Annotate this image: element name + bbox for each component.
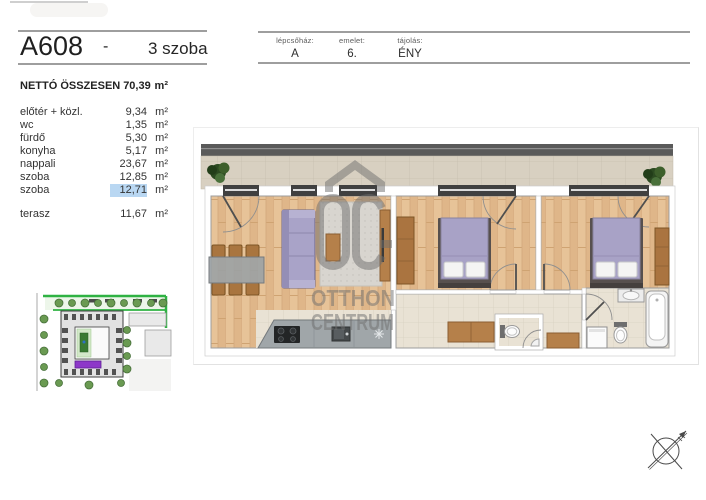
bed bbox=[438, 218, 491, 288]
row-label: szoba bbox=[20, 171, 110, 184]
row-value: 5,17 bbox=[110, 145, 147, 158]
sofa bbox=[282, 210, 315, 288]
terrace-railing bbox=[201, 144, 673, 156]
window bbox=[223, 185, 259, 196]
hall-cabinet bbox=[547, 333, 579, 348]
row-unit: m² bbox=[147, 158, 168, 171]
net-total-label: NETTÓ ÖSSZESEN bbox=[20, 80, 120, 93]
row-label: szoba bbox=[20, 184, 110, 197]
sideboard bbox=[448, 322, 494, 342]
area-row-wc: wc 1,35 m² bbox=[20, 119, 168, 132]
watermark-line1: OTTHON bbox=[311, 285, 395, 311]
room-count-label: 3 szoba bbox=[148, 39, 208, 59]
row-label: nappali bbox=[20, 158, 110, 171]
row-unit: m² bbox=[147, 171, 168, 184]
pillow bbox=[596, 262, 615, 277]
bathroom-sink bbox=[618, 289, 644, 302]
row-value: 23,67 bbox=[110, 158, 147, 171]
row-value: 11,67 bbox=[110, 208, 147, 221]
info-table-top-rule bbox=[258, 31, 690, 33]
info-table-bottom-rule bbox=[258, 62, 690, 64]
terrace-floor bbox=[201, 156, 673, 189]
row-label: konyha bbox=[20, 145, 110, 158]
pillow bbox=[618, 262, 637, 277]
floor-plan: OTTHON CENTRUM bbox=[193, 127, 699, 365]
terrace bbox=[201, 144, 673, 189]
row-value: 5,30 bbox=[110, 132, 147, 145]
north-compass bbox=[638, 424, 698, 476]
net-total-unit: m² bbox=[151, 80, 168, 93]
coffee-table bbox=[326, 234, 340, 261]
wardrobe bbox=[397, 217, 414, 284]
main-building bbox=[61, 311, 123, 377]
highlighted-unit-marker bbox=[75, 361, 101, 368]
bed bbox=[590, 218, 643, 288]
pillow bbox=[466, 262, 485, 277]
neighbor-buildings bbox=[129, 313, 171, 391]
row-label: wc bbox=[20, 119, 110, 132]
title-bottom-rule bbox=[18, 63, 207, 65]
area-row-kitchen: konyha 5,17 m² bbox=[20, 145, 168, 158]
stove bbox=[274, 326, 300, 343]
headboard bbox=[438, 283, 491, 288]
orientation-label: tájolás: bbox=[370, 36, 450, 45]
toilet bbox=[614, 322, 627, 343]
row-value-highlighted: 12,71 bbox=[110, 184, 147, 197]
row-unit: m² bbox=[147, 132, 168, 145]
compass-icon bbox=[638, 424, 698, 476]
site-plan bbox=[33, 283, 173, 393]
row-unit: m² bbox=[147, 119, 168, 132]
area-row-bedroom-2: szoba 12,71 m² bbox=[20, 184, 168, 197]
bathtub bbox=[646, 291, 668, 347]
area-row-terrace: terasz 11,67 m² bbox=[20, 208, 168, 221]
row-unit: m² bbox=[147, 208, 168, 221]
net-total-value: 70,39 bbox=[120, 80, 150, 93]
row-value: 12,85 bbox=[110, 171, 147, 184]
row-unit: m² bbox=[147, 106, 168, 119]
pillow bbox=[444, 262, 463, 277]
area-row-bedroom-1: szoba 12,85 m² bbox=[20, 171, 168, 184]
net-total-row: NETTÓ ÖSSZESEN 70,39 m² bbox=[20, 80, 168, 93]
orientation-value: ÉNY bbox=[370, 48, 450, 60]
watermark-line2: CENTRUM bbox=[311, 309, 394, 335]
washing-machine bbox=[587, 327, 607, 348]
headboard bbox=[590, 283, 643, 288]
area-row-entry: előtér + közl. 9,34 m² bbox=[20, 106, 168, 119]
row-unit: m² bbox=[147, 184, 168, 197]
row-label: terasz bbox=[20, 208, 110, 221]
row-label: előtér + közl. bbox=[20, 106, 110, 119]
bedroom-1-furniture bbox=[397, 217, 491, 288]
wardrobe bbox=[655, 228, 669, 285]
page-top-edge-line bbox=[10, 1, 88, 3]
title-separator: - bbox=[103, 38, 108, 56]
dining-set bbox=[209, 245, 264, 295]
apartment-id: A608 bbox=[20, 32, 83, 60]
row-unit: m² bbox=[147, 145, 168, 158]
area-row-bathroom: fürdő 5,30 m² bbox=[20, 132, 168, 145]
row-label: fürdő bbox=[20, 132, 110, 145]
row-value: 1,35 bbox=[110, 119, 147, 132]
window bbox=[291, 185, 317, 196]
info-col-orientation: tájolás: ÉNY bbox=[370, 36, 450, 60]
faded-logo-artifact bbox=[30, 3, 108, 17]
window bbox=[438, 185, 516, 196]
area-table: NETTÓ ÖSSZESEN 70,39 m² előtér + közl. 9… bbox=[20, 80, 168, 221]
bedroom-2-furniture bbox=[590, 218, 669, 288]
dining-table bbox=[209, 257, 264, 283]
area-row-livingroom: nappali 23,67 m² bbox=[20, 158, 168, 171]
floor-plan-drawing: OTTHON CENTRUM bbox=[194, 128, 698, 364]
row-value: 9,34 bbox=[110, 106, 147, 119]
site-plan-drawing bbox=[33, 283, 173, 393]
window bbox=[569, 185, 649, 196]
floorplan-datasheet-page: { "page": { "title_block": { "unit": "A6… bbox=[0, 0, 706, 500]
